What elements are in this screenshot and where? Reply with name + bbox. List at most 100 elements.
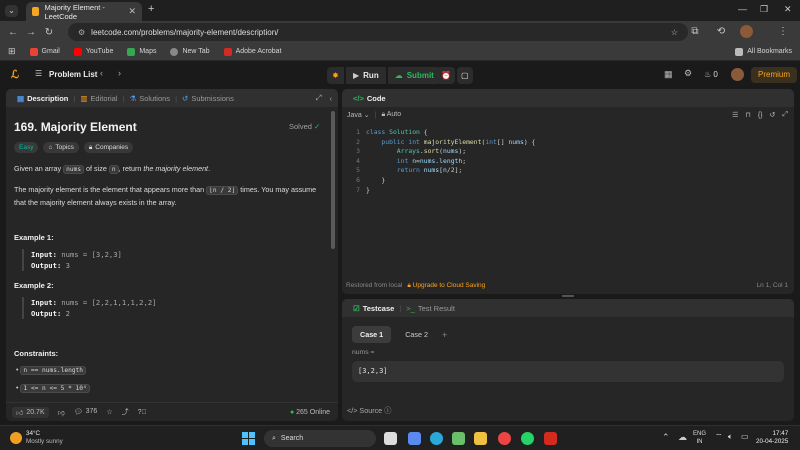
testcase-input-field[interactable]: [3,2,3] — [352, 361, 784, 382]
store-icon[interactable] — [452, 432, 465, 445]
globe-icon — [170, 47, 179, 56]
example-1-title: Example 1: — [14, 233, 54, 242]
share-button[interactable]: ⤴ — [122, 407, 129, 417]
back-icon[interactable]: ← — [4, 27, 22, 38]
apps-grid-icon[interactable]: ⊞ — [8, 46, 16, 57]
bookmark-youtube[interactable]: YouTube — [73, 47, 113, 56]
edge-icon[interactable] — [430, 432, 443, 445]
favorite-button[interactable]: ☆ — [106, 408, 112, 416]
weather-widget[interactable]: 34°C Mostly sunny — [10, 430, 63, 446]
streak-counter[interactable]: ♨ 0 — [704, 70, 718, 79]
tab-search-icon[interactable]: ⌄ — [5, 5, 18, 17]
volume-icon[interactable]: 🔈︎ — [728, 432, 733, 442]
description-scrollbar[interactable] — [331, 111, 335, 249]
timer-button[interactable]: ⏰ — [437, 67, 455, 84]
bookmark-adobe-acrobat[interactable]: Adobe Acrobat — [223, 47, 282, 56]
task-view-icon[interactable] — [384, 432, 397, 445]
file-explorer-icon[interactable] — [474, 432, 487, 445]
format-icon[interactable]: ☰ — [732, 111, 738, 119]
bookmark-star-icon[interactable]: ☆ — [671, 28, 678, 37]
dislike-button[interactable]: 👎︎ — [58, 408, 65, 417]
wifi-icon[interactable]: ⌔ — [715, 432, 723, 442]
auto-mode-toggle[interactable]: 🔒︎ Auto — [381, 111, 401, 119]
debug-button[interactable]: ✸ — [327, 67, 344, 84]
companies-chip[interactable]: 🔒︎ Companies — [83, 142, 134, 153]
history-icon[interactable]: ⟲ — [712, 26, 730, 37]
source-button[interactable]: </> Source ⓘ — [347, 406, 391, 416]
language-select[interactable]: Java ⌄ — [347, 111, 370, 119]
braces-icon[interactable]: {} — [758, 112, 763, 119]
maximize-button[interactable]: ❐ — [760, 4, 768, 15]
close-window-button[interactable]: ✕ — [784, 4, 792, 15]
difficulty-badge: Easy — [14, 142, 39, 153]
reload-icon[interactable]: ↻ — [40, 27, 58, 38]
bookmark-icon[interactable]: ⊓ — [745, 111, 750, 119]
minimize-button[interactable]: — — [738, 4, 747, 14]
tab-submissions[interactable]: ↺ Submissions — [177, 94, 239, 103]
prev-problem-icon[interactable]: ‹ — [100, 68, 103, 78]
browser-tab[interactable]: Majority Element - LeetCode ✕ — [26, 2, 142, 21]
add-case-button[interactable]: + — [442, 330, 447, 340]
submit-button[interactable]: ☁ Submit — [387, 67, 441, 84]
taskbar-search[interactable]: ⌕ Search — [264, 430, 376, 447]
extensions-icon[interactable]: ⧉ — [686, 26, 704, 37]
leetcode-favicon-icon — [32, 7, 40, 16]
topics-chip[interactable]: ⌂ Topics — [43, 142, 79, 153]
tab-solutions[interactable]: ⚗ Solutions — [124, 94, 175, 103]
comments-button[interactable]: 💬︎ 376 — [74, 408, 98, 416]
bookmark-new-tab[interactable]: New Tab — [170, 47, 210, 56]
code-editor[interactable]: class Solution { public int majorityElem… — [366, 128, 535, 195]
settings-gear-icon[interactable]: ⚙ — [684, 68, 692, 79]
problem-list-icon[interactable]: ☰ — [35, 69, 42, 78]
all-bookmarks[interactable]: All Bookmarks — [735, 47, 792, 56]
help-button[interactable]: ?⃝ — [138, 409, 147, 416]
panel-resize-handle[interactable] — [562, 295, 574, 297]
tab-close-icon[interactable]: ✕ — [128, 6, 136, 17]
fullscreen-icon[interactable]: ⤢ — [782, 111, 788, 119]
tab-editorial[interactable]: ▥ Editorial — [75, 94, 122, 103]
leetcode-logo-icon[interactable]: ℒ — [11, 68, 19, 81]
expand-panel-icon[interactable]: ⤢ — [316, 93, 322, 103]
layout-icon[interactable]: ▦ — [664, 69, 673, 80]
new-tab-button[interactable]: + — [148, 3, 154, 15]
bookmark-maps[interactable]: Maps — [127, 47, 156, 56]
battery-icon[interactable]: ▭ — [741, 432, 749, 441]
whatsapp-icon[interactable] — [521, 432, 534, 445]
forward-icon[interactable]: → — [22, 27, 40, 38]
profile-avatar[interactable] — [740, 25, 753, 38]
like-button[interactable]: 👍︎ 20.7K — [12, 406, 49, 418]
user-avatar[interactable] — [731, 68, 744, 81]
problem-list-link[interactable]: Problem List — [49, 70, 97, 79]
case-1-tab[interactable]: Case 1 — [352, 326, 392, 343]
code-line: int n=nums.length; — [396, 156, 467, 165]
bookmark-gmail[interactable]: Gmail — [29, 47, 60, 56]
widgets-icon[interactable] — [408, 432, 421, 445]
upgrade-cloud-link[interactable]: 🔒︎ Upgrade to Cloud Saving — [407, 282, 485, 290]
code-line: } — [366, 175, 386, 184]
next-problem-icon[interactable]: › — [118, 68, 121, 78]
site-info-icon[interactable]: ⚙ — [78, 28, 85, 37]
run-button[interactable]: ▶ Run — [346, 67, 386, 84]
address-bar[interactable]: ⚙ leetcode.com/problems/majority-element… — [68, 23, 688, 41]
cloud-icon[interactable]: ☁ — [678, 432, 687, 443]
lock-icon: 🔒︎ — [381, 111, 386, 118]
notes-button[interactable]: ▢ — [457, 67, 473, 84]
example-2-title: Example 2: — [14, 281, 54, 290]
code-line: public int majorityElement(int[] nums) { — [381, 137, 536, 146]
acrobat-icon[interactable] — [544, 432, 557, 445]
maps-icon — [127, 47, 136, 56]
case-2-tab[interactable]: Case 2 — [397, 326, 436, 343]
tab-testcase[interactable]: ☑ Testcase — [348, 304, 399, 313]
windows-start-icon[interactable] — [242, 432, 255, 445]
tab-test-result[interactable]: >_ Test Result — [401, 304, 460, 313]
chrome-icon[interactable] — [498, 432, 511, 445]
reset-icon[interactable]: ↺ — [770, 111, 776, 119]
tray-chevron-icon[interactable]: ⌃ — [662, 432, 670, 443]
search-icon: ⌕ — [272, 434, 276, 442]
premium-button[interactable]: Premium — [751, 67, 798, 83]
language-indicator[interactable]: ENG IN — [693, 430, 706, 446]
browser-menu-icon[interactable]: ⋮ — [774, 26, 792, 37]
clock[interactable]: 17:47 20-04-2025 — [756, 430, 788, 446]
collapse-panel-icon[interactable]: ‹ — [330, 94, 333, 103]
tab-description[interactable]: ▤ Description — [12, 94, 73, 103]
